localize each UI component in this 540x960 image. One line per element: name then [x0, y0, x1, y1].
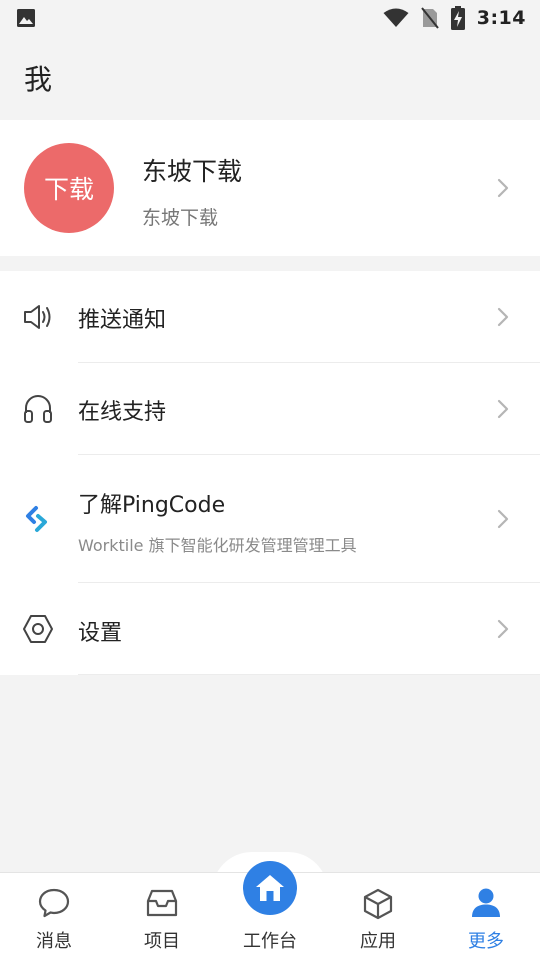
status-bar: 3:14 [0, 0, 540, 36]
menu-item-about-pingcode[interactable]: 了解PingCode Worktile 旗下智能化研发管理管理工具 [0, 455, 540, 583]
tab-label-more: 更多 [468, 931, 504, 952]
tab-projects[interactable]: 项目 [108, 873, 216, 960]
status-time: 3:14 [476, 7, 526, 29]
page-header: 我 [0, 36, 540, 120]
speaker-icon [24, 305, 51, 329]
divider [78, 674, 540, 675]
chevron-right-icon [497, 399, 509, 419]
settings-menu: 推送通知 在线支持 了解PingCode Worktile 旗下智能化研发管理管… [0, 271, 540, 675]
chevron-right-icon [497, 307, 509, 327]
menu-item-online-support[interactable]: 在线支持 [0, 363, 540, 455]
image-icon [17, 9, 35, 27]
profile-card[interactable]: 下载 [0, 120, 540, 256]
tab-more[interactable]: 更多 [432, 873, 540, 960]
menu-item-settings[interactable]: 设置 [0, 583, 540, 675]
wifi-icon [383, 8, 409, 27]
tab-label-messages: 消息 [36, 931, 72, 952]
tab-messages[interactable]: 消息 [0, 873, 108, 960]
battery-charging-icon [450, 6, 465, 30]
tab-label-projects: 项目 [144, 931, 180, 952]
menu-subtitle-about-pingcode: Worktile 旗下智能化研发管理管理工具 [78, 536, 357, 555]
me-screen: 3:14 我 下载 东坡下载 东坡下载 推送通知 在线支持 了解PingCode… [0, 0, 540, 960]
user-icon [472, 888, 500, 917]
pingcode-logo-icon [26, 506, 47, 532]
page-title: 我 [24, 63, 53, 96]
chevron-right-icon [497, 509, 509, 529]
profile-name: 东坡下载 [142, 157, 243, 186]
menu-label-online-support: 在线支持 [78, 400, 167, 425]
tab-label-workbench: 工作台 [243, 931, 297, 952]
menu-label-settings: 设置 [78, 621, 123, 646]
chat-bubble-icon [38, 888, 70, 918]
inbox-icon [146, 889, 178, 917]
profile-subtitle: 东坡下载 [142, 207, 219, 229]
workbench-home-button[interactable] [243, 861, 297, 915]
avatar-text: 下载 [43, 175, 94, 204]
menu-label-push-notifications: 推送通知 [78, 308, 167, 333]
tab-apps[interactable]: 应用 [324, 873, 432, 960]
tab-label-apps: 应用 [360, 931, 396, 952]
avatar: 下载 [24, 143, 114, 233]
chevron-right-icon [497, 619, 509, 639]
menu-label-about-pingcode: 了解PingCode [78, 493, 226, 518]
chevron-right-icon [497, 178, 509, 198]
headphones-icon [24, 395, 52, 423]
no-sim-icon [420, 7, 439, 29]
home-icon [256, 875, 284, 901]
menu-item-push-notifications[interactable]: 推送通知 [0, 271, 540, 363]
cube-icon [363, 888, 393, 920]
settings-hexagon-icon [23, 615, 53, 643]
